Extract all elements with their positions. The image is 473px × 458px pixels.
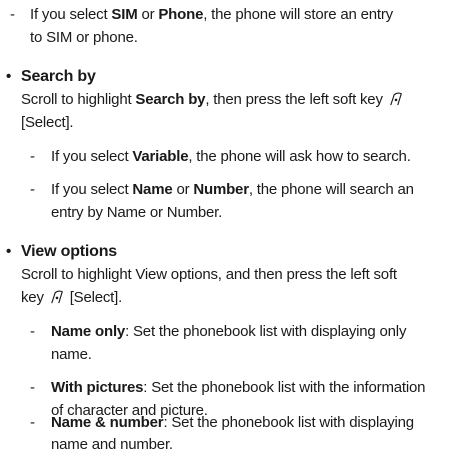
list-item: Name & number: Set the phonebook list wi… [51, 412, 414, 433]
dash-marker: - [30, 414, 35, 431]
body-line: [Select]. [21, 114, 74, 131]
bullet-marker: • [6, 68, 12, 85]
dash-marker: - [10, 6, 15, 23]
body-line: to SIM or phone. [30, 29, 138, 46]
list-item-bold: Name & number [51, 414, 164, 431]
list-item: Name only: Set the phonebook list with d… [51, 323, 407, 340]
list-item: If you select Variable, the phone will a… [51, 148, 411, 165]
dash-marker: - [30, 181, 35, 198]
body-line: Scroll to highlight View options, and th… [21, 266, 397, 283]
body-line: If you select SIM or Phone, the phone wi… [30, 6, 393, 23]
left-soft-key-icon [50, 290, 63, 304]
dash-marker: - [30, 148, 35, 165]
left-soft-key-icon [389, 92, 402, 106]
dash-marker: - [30, 379, 35, 396]
list-item-text: : Set the phonebook list with displaying [163, 414, 414, 431]
section-heading-search-by: Search by [21, 68, 96, 85]
section-heading-view-options: View options [21, 243, 117, 260]
list-item-continuation: entry by Name or Number. [51, 204, 223, 221]
dash-marker: - [30, 323, 35, 340]
list-item: If you select Name or Number, the phone … [51, 181, 414, 198]
list-item-continuation: name and number. [51, 436, 173, 453]
list-item-continuation: name. [51, 346, 92, 363]
body-line: key [Select]. [21, 289, 123, 306]
body-line: Scroll to highlight Search by, then pres… [21, 89, 405, 110]
list-item: With pictures: Set the phonebook list wi… [51, 379, 426, 396]
bullet-marker: • [6, 243, 12, 260]
manual-page: - If you select SIM or Phone, the phone … [0, 0, 473, 458]
